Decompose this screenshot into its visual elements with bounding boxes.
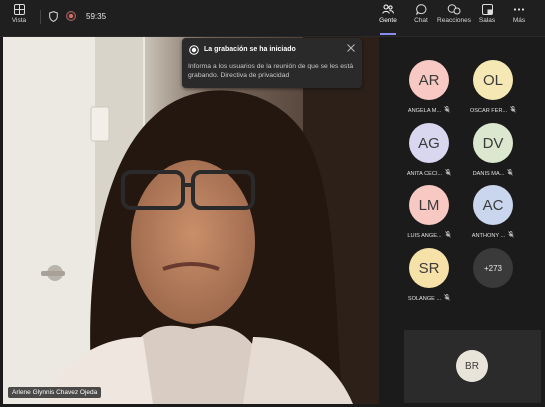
participant-avatar: LM xyxy=(409,185,449,225)
reactions-icon xyxy=(447,4,461,15)
participant-name-text: ANTHONY ... xyxy=(471,232,506,239)
participant-avatar: SR xyxy=(409,248,449,288)
self-avatar: BR xyxy=(456,350,488,382)
chat-icon xyxy=(415,4,426,15)
participant-tile[interactable]: AG ANITA CECI... xyxy=(398,123,460,177)
participant-name-text: SOLANGE ... xyxy=(407,295,442,302)
meeting-timer: 59:35 xyxy=(86,12,107,21)
tab-chat[interactable]: Chat xyxy=(412,4,430,32)
speaker-video-frame xyxy=(3,37,379,404)
notification-body: Informa a los usuarios de la reunión de … xyxy=(188,63,354,79)
participant-name-text: ANGELA M... xyxy=(407,107,442,114)
participant-name-text: ANITA CECI... xyxy=(406,170,443,177)
participant-tile[interactable]: LM LUIS ANGE... xyxy=(398,185,460,239)
participant-tile[interactable]: AR ANGELA M... xyxy=(398,60,460,114)
chat-label: Chat xyxy=(414,17,428,24)
participant-avatar: DV xyxy=(473,123,513,163)
toolbar-divider xyxy=(40,10,41,24)
participant-tile[interactable]: DV DANIS MA... xyxy=(462,123,524,177)
notification-title: La grabación se ha iniciado xyxy=(204,46,296,53)
view-button[interactable]: Vista xyxy=(8,4,30,32)
participant-name: DANIS MA... xyxy=(462,169,524,178)
more-label: Más xyxy=(512,17,526,24)
participant-avatar: OL xyxy=(473,60,513,100)
participant-name: LUIS ANGE... xyxy=(398,231,460,240)
recording-notification: La grabación se ha iniciado Informa a lo… xyxy=(182,38,362,88)
participant-name: OSCAR FER... xyxy=(462,106,524,115)
tab-rooms[interactable]: Salas xyxy=(478,4,496,32)
more-participants-button[interactable]: +273 xyxy=(462,248,524,288)
mic-off-icon xyxy=(444,294,450,303)
tab-people[interactable]: Gente xyxy=(378,4,398,35)
breakout-rooms-icon xyxy=(481,4,493,15)
mic-off-icon xyxy=(444,231,451,240)
mic-off-icon xyxy=(510,106,516,115)
people-label: Gente xyxy=(379,17,397,24)
more-button[interactable]: Más xyxy=(510,4,528,32)
participant-name-text: OSCAR FER... xyxy=(469,107,508,114)
mic-off-icon xyxy=(507,169,514,178)
reactions-label: Reacciones xyxy=(437,17,471,24)
close-icon[interactable] xyxy=(347,44,355,52)
speaker-video: Arlene Glynnis Chavez Ojeda xyxy=(3,37,379,404)
more-participants-count: +273 xyxy=(473,248,513,288)
people-icon xyxy=(382,4,394,14)
participant-name: ANITA CECI... xyxy=(398,169,460,178)
more-icon xyxy=(513,8,525,11)
participant-avatar: AG xyxy=(409,123,449,163)
view-label: Vista xyxy=(11,17,27,24)
shield-icon xyxy=(49,11,58,22)
participant-avatar: AR xyxy=(409,60,449,100)
grid-icon xyxy=(13,4,25,15)
participant-name: ANGELA M... xyxy=(398,106,460,115)
mic-off-icon xyxy=(445,169,451,178)
speaker-name-tag: Arlene Glynnis Chavez Ojeda xyxy=(8,387,102,398)
participant-tile[interactable]: SR SOLANGE ... xyxy=(398,248,460,302)
participant-name: ANTHONY ... xyxy=(462,231,524,240)
mic-off-icon xyxy=(508,231,514,240)
tab-reactions[interactable]: Reacciones xyxy=(437,4,471,32)
meeting-toolbar: Vista 59:35 Gente Chat Reacciones Salas … xyxy=(0,0,545,37)
participant-name: SOLANGE ... xyxy=(398,294,460,303)
mic-off-icon xyxy=(444,106,450,115)
participant-name-text: DANIS MA... xyxy=(472,170,505,177)
recording-indicator xyxy=(66,11,76,21)
participant-avatar: AC xyxy=(473,185,513,225)
participant-name-text: LUIS ANGE... xyxy=(407,232,442,239)
rooms-label: Salas xyxy=(478,17,496,24)
record-icon xyxy=(189,45,199,55)
participant-tile[interactable]: OL OSCAR FER... xyxy=(462,60,524,114)
participant-tile[interactable]: AC ANTHONY ... xyxy=(462,185,524,239)
self-view: BR xyxy=(404,330,541,403)
